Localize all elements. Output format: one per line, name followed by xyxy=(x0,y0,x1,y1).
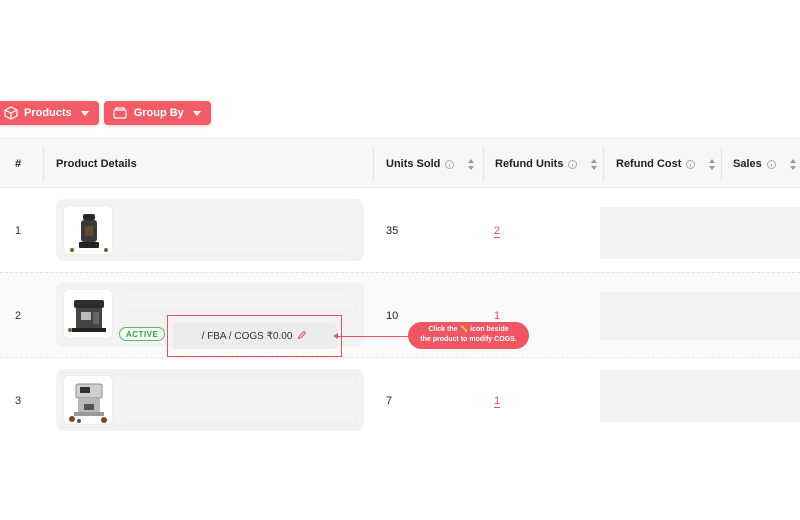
header-refund-units[interactable]: Refund Units xyxy=(495,139,598,189)
status-badge: ACTIVE xyxy=(119,327,166,341)
package-icon xyxy=(4,106,18,120)
refund-units-link[interactable]: 2 xyxy=(494,225,501,238)
table-row: 3 7 1 xyxy=(0,358,800,444)
sort-icon[interactable] xyxy=(709,158,716,170)
espresso-machine-icon xyxy=(63,289,113,339)
info-icon[interactable] xyxy=(686,159,696,169)
pencil-icon[interactable] xyxy=(297,330,307,343)
info-icon[interactable] xyxy=(766,159,776,169)
row-index: 3 xyxy=(15,395,22,407)
coffee-machine-icon xyxy=(63,375,113,425)
table-header: # Product Details Units Sold Refund Unit… xyxy=(0,138,800,188)
products-label: Products xyxy=(24,107,72,119)
product-card[interactable] xyxy=(56,199,364,261)
table-row: 2 10 1 xyxy=(0,272,800,358)
header-units-sold[interactable]: Units Sold xyxy=(386,139,475,189)
refund-cost-sales-redacted xyxy=(600,207,800,259)
callout-line-1: Click the ✏️ icon beside xyxy=(428,326,509,333)
coffee-grinder-icon xyxy=(63,205,113,255)
toolbar: Products Group By xyxy=(0,101,211,125)
callout-arrow xyxy=(336,336,409,337)
product-details-redacted xyxy=(120,377,354,423)
pencil-icon: ✏️ xyxy=(459,326,469,333)
caret-down-icon xyxy=(80,110,89,116)
product-details-redacted xyxy=(120,291,354,311)
sort-icon[interactable] xyxy=(591,158,598,170)
refund-cost-sales-redacted xyxy=(600,370,800,422)
caret-down-icon xyxy=(192,110,201,116)
row-index: 2 xyxy=(15,310,22,322)
info-icon[interactable] xyxy=(568,159,578,169)
refund-cost-sales-redacted xyxy=(600,292,800,340)
header-index: # xyxy=(15,158,22,170)
tooltip-callout: Click the ✏️ icon beside the product to … xyxy=(408,322,529,349)
units-sold: 10 xyxy=(386,310,399,322)
info-icon[interactable] xyxy=(445,159,455,169)
units-sold: 7 xyxy=(386,395,393,407)
header-sales[interactable]: Sales xyxy=(733,139,796,189)
sort-icon[interactable] xyxy=(468,158,475,170)
header-product-details: Product Details xyxy=(56,158,137,170)
products-dropdown-button[interactable]: Products xyxy=(0,101,99,125)
group-by-label: Group By xyxy=(133,107,184,119)
callout-line-2: the product to modify COGS. xyxy=(420,336,517,343)
cogs-highlight-box: / FBA / COGS ₹0.00 xyxy=(167,315,342,357)
refund-units-link[interactable]: 1 xyxy=(494,395,501,408)
fulfillment-cogs: / FBA / COGS ₹0.00 xyxy=(172,323,337,349)
units-sold: 35 xyxy=(386,225,399,237)
layers-icon xyxy=(113,107,127,119)
arrow-left-icon xyxy=(333,333,338,339)
product-details-redacted xyxy=(120,207,354,253)
group-by-dropdown-button[interactable]: Group By xyxy=(103,101,211,125)
product-card[interactable] xyxy=(56,369,364,431)
fulfillment-cogs-text: / FBA / COGS ₹0.00 xyxy=(201,330,293,342)
table-row: 1 35 2 xyxy=(0,188,800,272)
products-table: # Product Details Units Sold Refund Unit… xyxy=(0,138,800,188)
sort-icon[interactable] xyxy=(789,158,796,170)
header-refund-cost[interactable]: Refund Cost xyxy=(616,139,716,189)
row-index: 1 xyxy=(15,225,22,237)
